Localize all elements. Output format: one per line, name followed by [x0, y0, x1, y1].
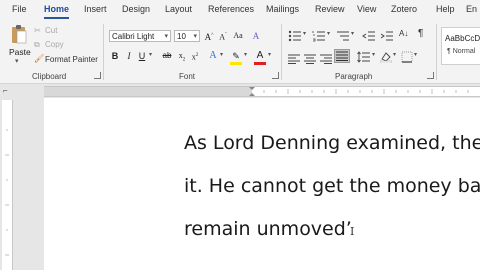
bold-button[interactable]: B [110, 50, 120, 62]
multilevel-list-icon[interactable] [336, 29, 350, 47]
horizontal-ruler[interactable] [44, 86, 480, 97]
line-spacing-dropdown-icon[interactable]: ▾ [372, 51, 375, 58]
document-line-3[interactable]: remain unmoved’ [184, 218, 352, 240]
divider [281, 24, 282, 80]
font-size-value: 10 [177, 32, 186, 41]
font-name-value: Calibri Light [112, 32, 155, 41]
tab-insert[interactable]: Insert [84, 4, 107, 14]
bullets-icon[interactable] [288, 29, 302, 47]
chevron-down-icon: ▾ [193, 33, 197, 40]
copy-icon[interactable]: ⧉ [34, 40, 40, 50]
tab-zotero[interactable]: Zotero [391, 4, 417, 14]
paragraph-launcher-icon[interactable] [427, 72, 434, 79]
font-color-dropdown-icon[interactable]: ▾ [268, 51, 271, 58]
align-left-icon[interactable] [288, 51, 300, 69]
tab-layout[interactable]: Layout [165, 4, 192, 14]
underline-button[interactable]: U [137, 50, 147, 62]
clear-formatting-icon[interactable]: A [250, 30, 262, 42]
tab-help[interactable]: Help [436, 4, 455, 14]
line-spacing-icon[interactable] [357, 50, 371, 68]
text-effects-icon[interactable]: A [207, 50, 219, 62]
paste-dropdown-icon[interactable]: ▾ [15, 57, 19, 65]
format-painter-icon[interactable]: 🖌 [34, 54, 44, 63]
tab-more[interactable]: En [466, 4, 477, 14]
increase-indent-icon[interactable] [380, 29, 394, 47]
show-formatting-marks-icon[interactable]: ¶ [418, 28, 423, 39]
ribbon-home: Paste ▾ ✂ Cut ⧉ Copy 🖌 Format Painter Cl… [0, 20, 480, 84]
subscript-button[interactable]: x2 [177, 50, 187, 63]
font-color-icon[interactable]: A [254, 50, 266, 65]
shading-icon[interactable] [379, 50, 393, 68]
font-group-label: Font [179, 72, 196, 81]
shading-dropdown-icon[interactable]: ▾ [393, 51, 396, 58]
style-normal-tile[interactable]: AaBbCcDd ¶ Normal [441, 27, 480, 65]
text-effects-dropdown-icon[interactable]: ▾ [220, 51, 223, 58]
highlight-icon[interactable]: ✎ [230, 50, 242, 65]
superscript-button[interactable]: x2 [190, 50, 200, 62]
tab-home[interactable]: Home [44, 4, 70, 19]
font-size-select[interactable]: 10 ▾ [174, 30, 200, 42]
align-right-icon[interactable] [320, 51, 332, 69]
clipboard-group-label: Clipboard [32, 72, 67, 81]
numbering-dropdown-icon[interactable]: ▾ [327, 30, 330, 37]
sort-icon[interactable]: A↓ [399, 29, 408, 38]
divider [103, 24, 104, 80]
copy-button[interactable]: Copy [45, 40, 64, 49]
justify-button[interactable] [334, 49, 350, 63]
clipboard-launcher-icon[interactable] [94, 72, 101, 79]
document-line-1[interactable]: As Lord Denning examined, the [184, 132, 480, 154]
text-cursor-icon: I [350, 225, 355, 238]
multilevel-dropdown-icon[interactable]: ▾ [351, 30, 354, 37]
cut-button[interactable]: Cut [45, 26, 57, 35]
underline-dropdown-icon[interactable]: ▾ [149, 51, 152, 58]
tab-references[interactable]: References [208, 4, 254, 14]
tab-view[interactable]: View [357, 4, 376, 14]
cut-icon[interactable]: ✂ [34, 26, 41, 35]
numbering-icon[interactable] [312, 29, 326, 47]
strikethrough-button[interactable]: ab [160, 50, 174, 62]
document-line-2[interactable]: it. He cannot get the money bac [184, 175, 480, 197]
paragraph-group-label: Paragraph [335, 72, 373, 81]
tab-design[interactable]: Design [122, 4, 150, 14]
style-normal-label: ¶ Normal [447, 48, 476, 55]
style-sample-text: AaBbCcDd [445, 34, 480, 43]
grow-font-button[interactable]: A^ [203, 30, 215, 42]
shrink-font-button[interactable]: Aˇ [217, 30, 229, 42]
tab-stop-selector-icon[interactable]: ⌐ [3, 86, 8, 95]
decrease-indent-icon[interactable] [362, 29, 376, 47]
ribbon-tab-bar: File Home Insert Design Layout Reference… [0, 0, 480, 20]
tab-review[interactable]: Review [315, 4, 345, 14]
highlight-dropdown-icon[interactable]: ▾ [244, 51, 247, 58]
vertical-ruler[interactable] [2, 100, 13, 270]
divider [436, 24, 437, 80]
tab-file[interactable]: File [12, 4, 27, 14]
chevron-down-icon: ▾ [164, 33, 168, 40]
bullets-dropdown-icon[interactable]: ▾ [303, 30, 306, 37]
font-launcher-icon[interactable] [272, 72, 279, 79]
italic-button[interactable]: I [124, 50, 134, 62]
change-case-button[interactable]: Aa [232, 30, 244, 42]
font-name-select[interactable]: Calibri Light ▾ [109, 30, 171, 42]
paste-button[interactable]: Paste [9, 47, 31, 57]
format-painter-button[interactable]: Format Painter [45, 55, 98, 64]
borders-dropdown-icon[interactable]: ▾ [414, 51, 417, 58]
align-center-icon[interactable] [304, 51, 316, 69]
tab-mailings[interactable]: Mailings [266, 4, 299, 14]
borders-icon[interactable] [401, 50, 413, 68]
paste-icon[interactable] [10, 24, 28, 46]
